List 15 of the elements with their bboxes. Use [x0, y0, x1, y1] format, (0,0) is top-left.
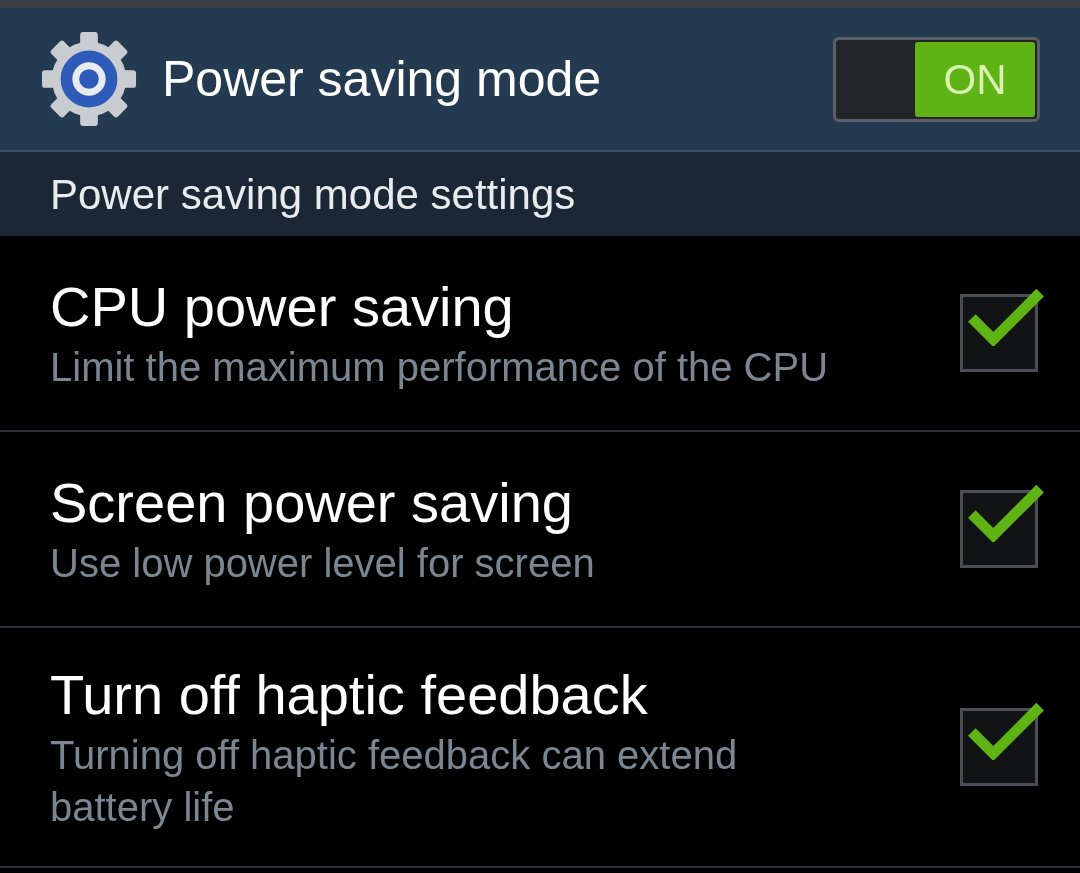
checkmark-icon	[966, 484, 1044, 542]
option-summary: Limit the maximum performance of the CPU	[50, 343, 830, 391]
window-title: Power saving mode	[162, 49, 603, 109]
checkmark-icon	[966, 288, 1044, 346]
checkmark-icon	[966, 702, 1044, 760]
gear-icon	[40, 30, 138, 128]
option-title: Turn off haptic feedback	[50, 662, 649, 729]
settings-row[interactable]: Screen power saving Use low power level for screen	[0, 432, 1080, 628]
section-title: Power saving mode settings	[50, 169, 576, 220]
option-title: Screen power saving	[50, 470, 574, 537]
settings-row[interactable]: Turn off haptic feedback Turning off haptic feedback can extend battery life	[0, 628, 1080, 868]
option-title: CPU power saving	[50, 274, 515, 341]
settings-row[interactable]: CPU power saving Limit the maximum performance of the CPU	[0, 236, 1080, 432]
option-summary: Turning off haptic feedback can extend battery life	[50, 731, 739, 831]
option-summary: Use low power level for screen	[50, 539, 596, 587]
